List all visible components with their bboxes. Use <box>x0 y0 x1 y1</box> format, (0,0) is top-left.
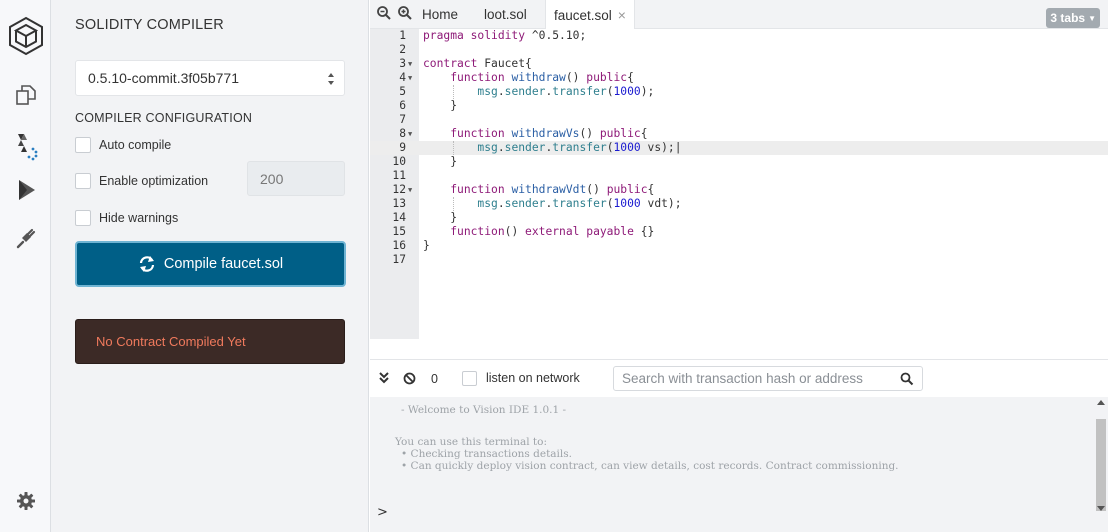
runs-input[interactable]: 200 <box>247 161 345 196</box>
select-arrows-icon <box>328 73 334 85</box>
code-line: 3 ▼ contract Faucet{ <box>399 57 532 70</box>
settings-icon[interactable] <box>0 490 51 512</box>
caret-down-icon: ▼ <box>1088 13 1096 23</box>
scroll-thumb[interactable] <box>1096 419 1106 511</box>
terminal-output[interactable]: - Welcome to Vision IDE 1.0.1 - You can … <box>370 397 1108 532</box>
tab-loot-label: loot.sol <box>484 7 527 22</box>
code-line: 15 function() external payable {} <box>392 225 655 238</box>
optimization-label: Enable optimization <box>99 174 209 188</box>
clear-console-icon[interactable] <box>403 372 416 385</box>
compiler-version-select[interactable]: 0.5.10-commit.3f05b771 <box>75 60 345 96</box>
deploy-run-icon[interactable] <box>0 177 51 203</box>
auto-compile-checkbox[interactable] <box>75 137 91 153</box>
tabs-count-dropdown[interactable]: 3 tabs ▼ <box>1046 8 1100 28</box>
code-line-active: 9 msg.sender.transfer(1000 vs);| <box>370 141 1108 155</box>
code-line: 17 <box>392 253 406 266</box>
code-line: 12 ▼ function withdrawVdt() public{ <box>392 183 655 196</box>
double-chevron-down-icon[interactable] <box>378 371 390 385</box>
welcome-line: - Welcome to Vision IDE 1.0.1 - <box>401 404 567 416</box>
vision-logo-icon[interactable] <box>0 14 51 58</box>
listen-network-label: listen on network <box>486 371 580 385</box>
tab-faucet[interactable]: faucet.sol × <box>545 0 635 30</box>
tab-home[interactable]: Home <box>422 0 458 29</box>
fold-arrow-icon: ▼ <box>408 74 413 82</box>
tab-bar: Home loot.sol faucet.sol × 3 tabs ▼ <box>370 0 1108 30</box>
scroll-down-icon[interactable] <box>1097 506 1105 511</box>
indent-guide <box>453 85 454 99</box>
zoom-in-icon[interactable] <box>397 5 413 21</box>
indent-guide <box>453 141 454 155</box>
code-line: 8 ▼ function withdrawVs() public{ <box>399 127 648 140</box>
optimization-option[interactable]: Enable optimization <box>75 172 208 190</box>
code-line: 16} <box>392 239 430 252</box>
code-line: 14 } <box>392 211 458 224</box>
tab-home-label: Home <box>422 7 459 22</box>
tab-faucet-label: faucet.sol <box>554 7 612 23</box>
zoom-out-icon[interactable] <box>376 5 392 21</box>
compile-status: No Contract Compiled Yet <box>75 319 345 364</box>
terminal-prompt[interactable]: > <box>377 505 388 520</box>
intro-line: You can use this terminal to: <box>395 436 548 448</box>
tab-loot[interactable]: loot.sol <box>484 0 527 29</box>
compiler-version-value: 0.5.10-commit.3f05b771 <box>88 70 239 86</box>
panel-title: SOLIDITY COMPILER <box>75 17 224 33</box>
search-icon[interactable] <box>900 372 914 386</box>
pending-tx-count: 0 <box>431 372 438 386</box>
solidity-compiler-icon[interactable] <box>0 130 51 162</box>
refresh-icon <box>139 256 154 272</box>
hide-warnings-checkbox[interactable] <box>75 210 91 226</box>
tx-search-input[interactable] <box>614 367 894 390</box>
code-line: 4 ▼ function withdraw() public{ <box>399 71 634 84</box>
compile-button-label: Compile faucet.sol <box>163 256 284 272</box>
config-title: COMPILER CONFIGURATION <box>75 111 253 125</box>
optimization-checkbox[interactable] <box>75 173 91 189</box>
fold-arrow-icon: ▼ <box>408 186 413 194</box>
auto-compile-label: Auto compile <box>99 138 172 152</box>
auto-compile-option[interactable]: Auto compile <box>75 136 171 154</box>
code-line: 7 <box>399 113 406 126</box>
terminal-toolbar: 0 listen on network <box>370 359 1108 397</box>
bullet-line: • Checking transactions details. <box>401 448 572 460</box>
code-editor[interactable]: 1 pragma solidity ^0.5.10; 2 3 ▼ contract F… <box>370 29 1108 359</box>
fold-arrow-icon: ▼ <box>408 60 413 68</box>
tabs-count-label: 3 tabs <box>1050 11 1086 25</box>
code-line: 5 msg.sender.transfer(1000); <box>399 85 655 98</box>
compile-button[interactable]: Compile faucet.sol <box>75 241 346 287</box>
file-explorer-icon[interactable] <box>0 82 51 108</box>
code-line: 2 <box>399 43 406 56</box>
scroll-up-icon[interactable] <box>1097 400 1105 405</box>
plugin-manager-icon[interactable] <box>0 225 51 251</box>
code-line: 13 msg.sender.transfer(1000 vdt); <box>392 197 682 210</box>
editor-area: Home loot.sol faucet.sol × 3 tabs ▼ 1 pra… <box>370 0 1108 532</box>
hide-warnings-option[interactable]: Hide warnings <box>75 209 178 227</box>
hide-warnings-label: Hide warnings <box>99 211 179 225</box>
code-line: 6 } <box>399 99 458 112</box>
close-tab-icon[interactable]: × <box>618 7 626 23</box>
fold-arrow-icon: ▼ <box>408 130 413 138</box>
code-line: 1 pragma solidity ^0.5.10; <box>399 29 587 42</box>
terminal-scrollbar[interactable] <box>1094 397 1108 515</box>
code-line: 11 <box>392 169 406 182</box>
tx-search <box>613 366 923 391</box>
listen-network-checkbox[interactable] <box>462 371 477 386</box>
indent-guide <box>453 197 454 211</box>
icon-rail <box>0 0 51 532</box>
code-line: 10 } <box>392 155 458 168</box>
compiler-panel: SOLIDITY COMPILER 0.5.10-commit.3f05b771… <box>51 0 369 532</box>
bullet-line: • Can quickly deploy vision contract, ca… <box>401 460 899 472</box>
